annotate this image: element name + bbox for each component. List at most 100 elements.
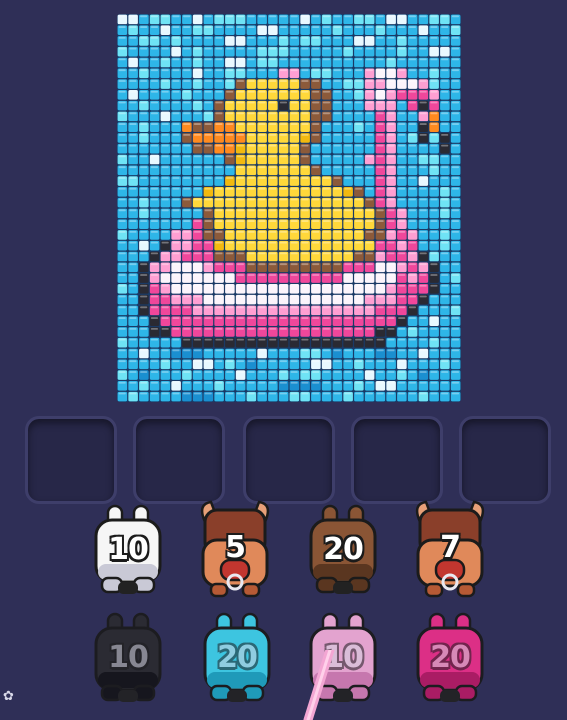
mosaic-tile-highlight <box>290 327 298 330</box>
mosaic-tile-highlight <box>365 133 373 136</box>
mosaic-tile-highlight <box>355 198 363 201</box>
bunny-shooter-black[interactable]: 10 <box>88 610 168 710</box>
holding-slot-2[interactable] <box>133 416 225 504</box>
mosaic-tile-highlight <box>247 252 255 255</box>
mosaic-tile-highlight <box>387 230 395 233</box>
holding-slot-5[interactable] <box>459 416 551 504</box>
mosaic-tile-highlight <box>333 133 341 136</box>
mosaic-tile-highlight <box>365 252 373 255</box>
mosaic-tile-highlight <box>247 80 255 82</box>
mosaic-tile-highlight <box>322 274 330 276</box>
mosaic-tile-highlight <box>247 15 255 18</box>
mosaic-tile-highlight <box>193 47 201 50</box>
mosaic-tile-highlight <box>161 187 169 190</box>
mosaic-tile-highlight <box>376 306 384 309</box>
mosaic-tile-highlight <box>398 90 406 93</box>
mosaic-tile-highlight <box>441 166 449 169</box>
mosaic-tile-highlight <box>312 392 320 395</box>
mosaic-tile-highlight <box>172 252 180 255</box>
mosaic-tile-highlight <box>236 112 244 115</box>
mosaic-tile-highlight <box>387 15 395 18</box>
mosaic-tile-highlight <box>193 252 201 255</box>
mosaic-tile-highlight <box>140 47 148 50</box>
holding-slot-3[interactable] <box>243 416 335 504</box>
bull-shooter-orange-2[interactable]: 7 <box>410 500 490 600</box>
mosaic-tile-highlight <box>398 123 406 125</box>
mosaic-tile-highlight <box>344 177 352 179</box>
mosaic-tile-highlight <box>441 187 449 190</box>
mosaic-tile-highlight <box>279 133 287 136</box>
mosaic-tile-highlight <box>247 295 255 298</box>
mosaic-tile-highlight <box>129 284 137 287</box>
mosaic-tile-highlight <box>376 327 384 330</box>
mosaic-tile-highlight <box>183 80 191 82</box>
mosaic-tile-highlight <box>140 155 148 158</box>
mosaic-tile-highlight <box>451 381 459 384</box>
mosaic-tile-highlight <box>150 295 158 298</box>
mosaic-tile-highlight <box>129 252 137 255</box>
mosaic-tile-highlight <box>441 317 449 319</box>
mosaic-tile-highlight <box>161 177 169 179</box>
mosaic-tile-highlight <box>398 220 406 222</box>
mosaic-tile-highlight <box>408 317 416 319</box>
mosaic-tile-highlight <box>408 26 416 28</box>
mosaic-tile-highlight <box>161 26 169 28</box>
mosaic-tile-highlight <box>355 327 363 330</box>
mosaic-tile-highlight <box>398 317 406 319</box>
mosaic-tile-highlight <box>204 101 212 104</box>
bunny-shooter-cyan[interactable]: 20 <box>197 610 277 710</box>
mosaic-tile-highlight <box>118 263 126 266</box>
mosaic-tile-highlight <box>451 90 459 93</box>
mosaic-tile-highlight <box>419 392 427 395</box>
bull-shooter-orange[interactable]: 5 <box>195 500 275 600</box>
mosaic-tile-highlight <box>269 90 277 93</box>
mosaic-tile-highlight <box>376 47 384 50</box>
mosaic-tile-highlight <box>183 123 191 125</box>
mosaic-tile-highlight <box>140 36 148 39</box>
mosaic-tile-highlight <box>365 381 373 384</box>
mosaic-tile-highlight <box>441 209 449 212</box>
mosaic-tile-highlight <box>419 338 427 341</box>
bull-foot-right <box>456 582 476 598</box>
mosaic-tile-highlight <box>118 317 126 319</box>
mosaic-tile-highlight <box>365 26 373 28</box>
mosaic-tile-highlight <box>279 187 287 190</box>
mosaic-tile-highlight <box>312 15 320 18</box>
mosaic-tile-highlight <box>172 209 180 212</box>
mosaic-tile-highlight <box>193 274 201 276</box>
mosaic-tile-highlight <box>312 133 320 136</box>
holding-slot-1[interactable] <box>25 416 117 504</box>
mosaic-tile-highlight <box>387 112 395 115</box>
mosaic-tile-highlight <box>129 47 137 50</box>
mosaic-tile-highlight <box>193 327 201 330</box>
mosaic-tile-highlight <box>419 306 427 309</box>
mosaic-tile-highlight <box>419 349 427 352</box>
mosaic-tile-highlight <box>322 69 330 72</box>
holding-slot-4[interactable] <box>351 416 443 504</box>
mosaic-tile-highlight <box>161 392 169 395</box>
settings-flower-icon[interactable]: ✿ <box>3 690 17 704</box>
bunny-shooter-brown[interactable]: 20 <box>303 502 383 602</box>
mosaic-tile-highlight <box>333 112 341 115</box>
mosaic-tile-highlight <box>301 371 309 373</box>
mosaic-tile-highlight <box>183 90 191 93</box>
mosaic-tile-highlight <box>355 15 363 18</box>
mosaic-tile-highlight <box>355 166 363 169</box>
mosaic-tile-highlight <box>183 177 191 179</box>
mosaic-tile-highlight <box>290 144 298 147</box>
bunny-shooter-magenta[interactable]: 20 <box>410 610 490 710</box>
mosaic-tile-highlight <box>419 47 427 50</box>
mosaic-tile-highlight <box>172 295 180 298</box>
pixel-art-board[interactable] <box>117 14 461 402</box>
mosaic-tile-highlight <box>226 220 234 222</box>
mosaic-tile-highlight <box>430 123 438 125</box>
mosaic-tile-highlight <box>441 90 449 93</box>
mosaic-tile-highlight <box>215 166 223 169</box>
mosaic-tile-highlight <box>430 198 438 201</box>
mosaic-tile-highlight <box>365 58 373 61</box>
mosaic-tile-highlight <box>236 58 244 61</box>
bunny-shooter-pink[interactable]: 10 <box>303 610 383 710</box>
mosaic-tile-highlight <box>193 306 201 309</box>
mosaic-tile-highlight <box>419 155 427 158</box>
bunny-shooter-white[interactable]: 10 <box>88 502 168 602</box>
